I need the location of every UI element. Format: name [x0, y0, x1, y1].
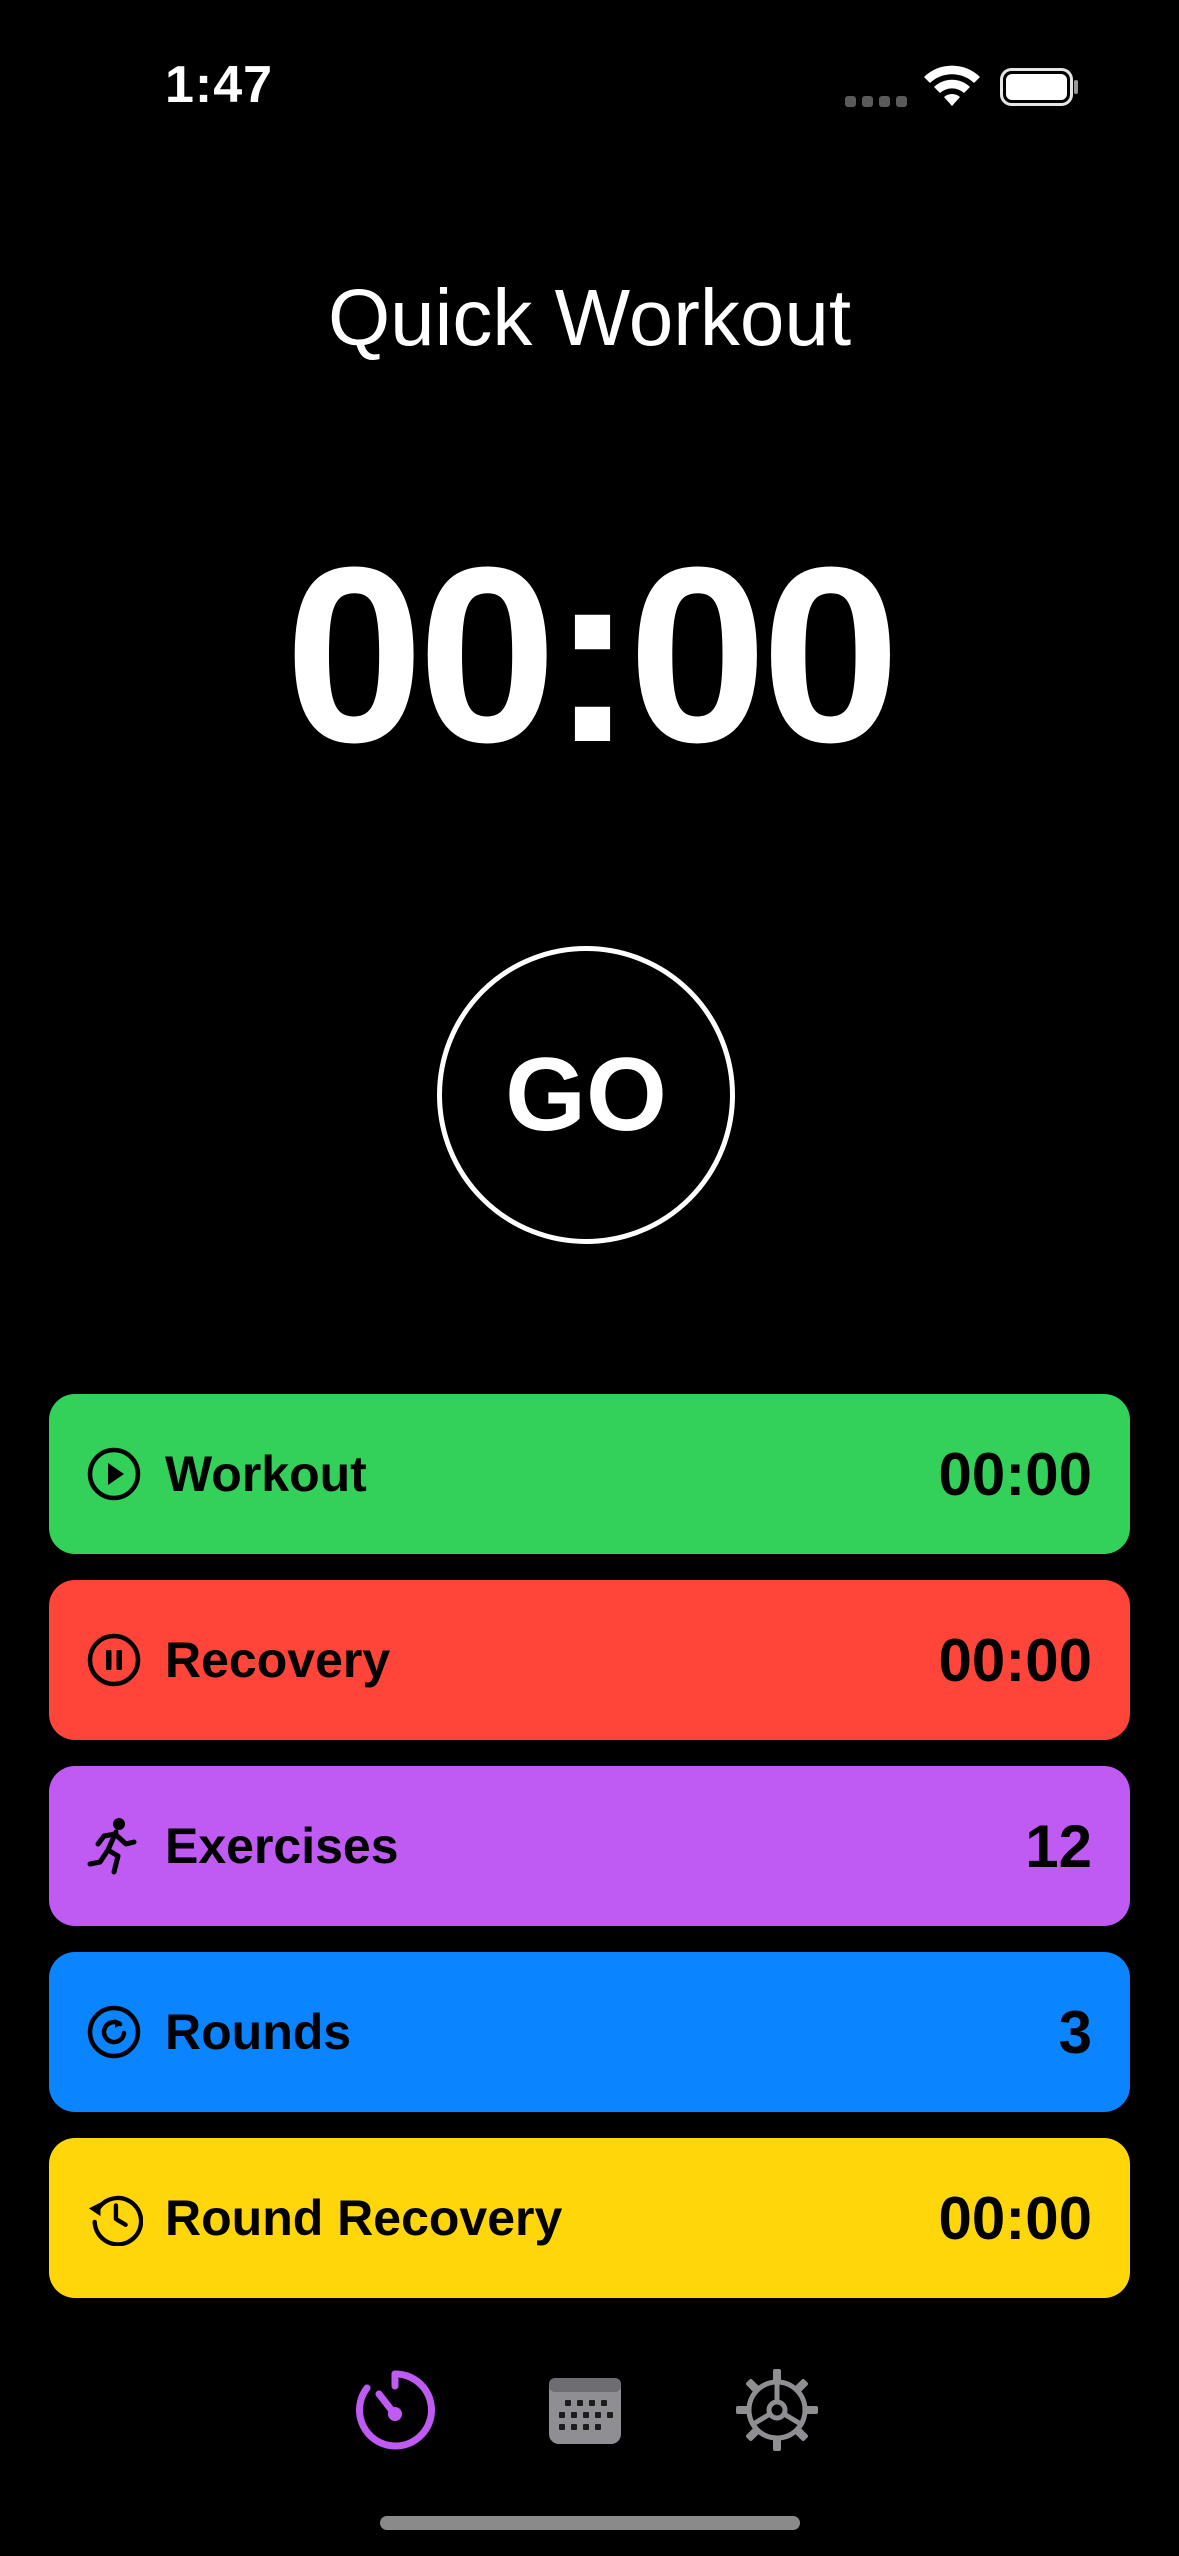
status-time: 1:47 — [165, 56, 274, 114]
calendar-icon — [549, 2378, 621, 2444]
round-recovery-label: Round Recovery — [165, 2190, 563, 2246]
recovery-row[interactable]: Recovery 00:00 — [49, 1580, 1130, 1740]
timer-icon — [356, 2370, 435, 2450]
exercises-row[interactable]: Exercises 12 — [49, 1766, 1130, 1926]
go-button[interactable]: GO — [437, 946, 735, 1244]
recovery-label: Recovery — [165, 1632, 391, 1688]
rounds-value: 3 — [1058, 1998, 1092, 2066]
tab-bar — [0, 2360, 1179, 2460]
pause-circle-icon — [85, 1631, 143, 1689]
gear-icon — [736, 2369, 818, 2451]
workout-settings-list: Workout 00:00 Recovery 00:00 Exercises 1… — [49, 1394, 1130, 2324]
exercises-label: Exercises — [165, 1818, 399, 1874]
page-title: Quick Workout — [327, 273, 852, 362]
rounds-row[interactable]: Rounds 3 — [49, 1952, 1130, 2112]
home-indicator[interactable] — [380, 2516, 800, 2530]
play-circle-icon — [85, 1445, 143, 1503]
workout-label: Workout — [165, 1446, 367, 1502]
tab-calendar[interactable] — [535, 2360, 635, 2460]
tab-settings[interactable] — [727, 2360, 827, 2460]
clock-history-icon — [85, 2189, 143, 2247]
exercises-value: 12 — [1025, 1812, 1092, 1880]
round-recovery-value: 00:00 — [938, 2184, 1092, 2252]
tab-timer[interactable] — [345, 2360, 445, 2460]
rounds-label: Rounds — [165, 2004, 352, 2060]
round-recovery-row[interactable]: Round Recovery 00:00 — [49, 2138, 1130, 2298]
timer-display: 00:00 — [284, 515, 900, 794]
repeat-circle-icon — [85, 2003, 143, 2061]
battery-icon — [1000, 68, 1078, 106]
recovery-value: 00:00 — [938, 1626, 1092, 1694]
wifi-icon — [924, 65, 980, 106]
status-bar: 1:47 — [0, 0, 1179, 170]
running-figure-icon — [85, 1817, 143, 1875]
workout-value: 00:00 — [938, 1440, 1092, 1508]
cellular-signal-icon — [845, 96, 907, 107]
workout-row[interactable]: Workout 00:00 — [49, 1394, 1130, 1554]
